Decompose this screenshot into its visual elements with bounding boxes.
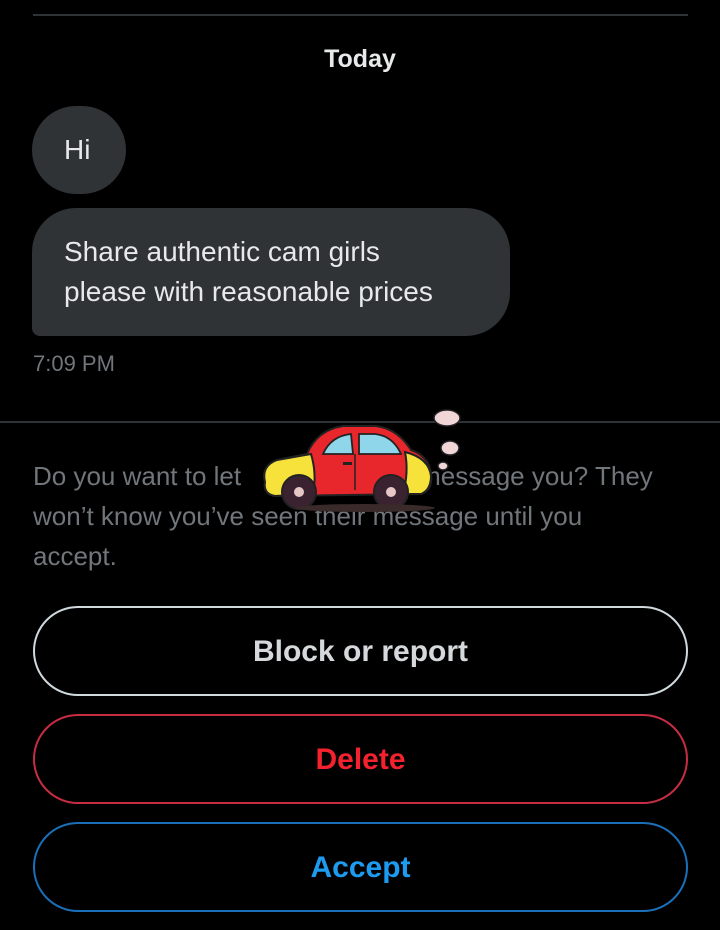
message-bubble[interactable]: Share authentic cam girls please with re… bbox=[32, 208, 510, 336]
red-car-sticker-icon bbox=[263, 409, 461, 512]
top-divider bbox=[33, 14, 688, 16]
date-separator: Today bbox=[324, 45, 396, 73]
prompt-text-before: Do you want to let bbox=[33, 461, 242, 491]
delete-button[interactable]: Delete bbox=[33, 714, 688, 804]
message-text: Hi bbox=[64, 134, 91, 165]
message-bubble[interactable]: Hi bbox=[32, 106, 126, 194]
prompt-line: accept. bbox=[33, 541, 117, 571]
accept-button[interactable]: Accept bbox=[33, 822, 688, 912]
message-text-line: please with reasonable prices bbox=[64, 276, 433, 307]
message-timestamp: 7:09 PM bbox=[33, 351, 115, 376]
block-or-report-button[interactable]: Block or report bbox=[33, 606, 688, 696]
message-text-line: Share authentic cam girls bbox=[64, 236, 380, 267]
